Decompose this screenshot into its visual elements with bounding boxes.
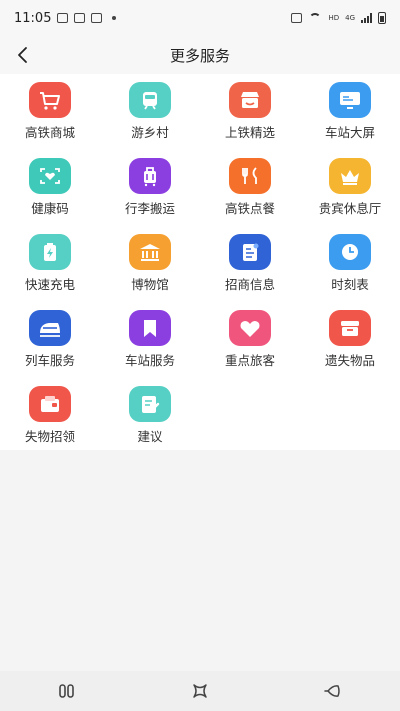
luggage-icon-glyph [144, 167, 156, 187]
service-tile[interactable]: 博物馆 [100, 234, 200, 310]
service-label: 上铁精选 [224, 125, 275, 140]
luggage-icon [129, 158, 171, 194]
service-label: 招商信息 [224, 277, 275, 292]
display-screen-icon [329, 82, 371, 118]
service-tile[interactable]: 高铁点餐 [200, 158, 300, 234]
status-bar: 11:05 HD 4G [0, 0, 400, 36]
service-label: 车站服务 [124, 353, 175, 368]
more-notifications-icon [112, 16, 117, 20]
service-tile[interactable]: 招商信息 [200, 234, 300, 310]
crown-icon [329, 158, 371, 194]
crown-icon-glyph [341, 170, 359, 185]
service-label: 高铁商城 [24, 125, 75, 140]
tram-icon-glyph [143, 92, 157, 110]
status-time: 11:05 [14, 10, 52, 26]
health-code-icon [29, 158, 71, 194]
service-label: 游乡村 [131, 125, 169, 140]
battery-icon [378, 12, 386, 24]
service-tile[interactable]: 健康码 [0, 158, 100, 234]
service-label: 快速充电 [24, 277, 75, 292]
heart-icon [229, 310, 271, 346]
network-type: HD [328, 14, 340, 22]
news-notification-icon [91, 13, 103, 23]
service-tile[interactable]: 遗失物品 [300, 310, 400, 386]
message-notification-icon [74, 13, 86, 23]
service-tile[interactable]: 行李搬运 [100, 158, 200, 234]
service-tile[interactable]: 建议 [100, 386, 200, 462]
service-label: 失物招领 [24, 429, 75, 444]
clock-icon-glyph [342, 244, 358, 260]
service-tile[interactable]: 失物招领 [0, 386, 100, 462]
store-icon-glyph [241, 92, 259, 108]
heart-icon-glyph [240, 321, 260, 337]
service-label: 高铁点餐 [224, 201, 275, 216]
box-icon-glyph [341, 321, 359, 336]
chevron-left-icon [18, 47, 27, 63]
system-navigation-bar [0, 671, 400, 711]
shopping-cart-icon [29, 82, 71, 118]
services-panel: 高铁商城 游乡村 上铁精选 车站大屏健康码 行李搬运 高铁点餐 贵宾休息厅快速充电 博物馆 招商… [0, 74, 400, 450]
fork-knife-icon-glyph [242, 167, 257, 184]
image-notification-icon [57, 13, 69, 23]
bookmark-icon-glyph [144, 320, 156, 337]
service-label: 列车服务 [24, 353, 75, 368]
lock-icon [291, 13, 303, 23]
back-icon [324, 685, 341, 697]
battery-charge-icon-glyph [44, 243, 56, 261]
service-tile[interactable]: 重点旅客 [200, 310, 300, 386]
display-screen-icon-glyph [340, 92, 360, 109]
service-label: 健康码 [31, 201, 69, 216]
box-icon [329, 310, 371, 346]
system-back-button[interactable] [313, 676, 353, 706]
fork-knife-icon [229, 158, 271, 194]
battery-charge-icon [29, 234, 71, 270]
home-icon [193, 684, 207, 698]
service-label: 重点旅客 [224, 353, 275, 368]
service-label: 时刻表 [331, 277, 369, 292]
health-code-icon-glyph [40, 168, 60, 184]
service-label: 博物馆 [131, 277, 169, 292]
service-tile[interactable]: 上铁精选 [200, 82, 300, 158]
store-icon [229, 82, 271, 118]
signal-icon [361, 13, 372, 23]
service-label: 行李搬运 [124, 201, 175, 216]
services-grid: 高铁商城 游乡村 上铁精选 车站大屏健康码 行李搬运 高铁点餐 贵宾休息厅快速充电 博物馆 招商… [0, 82, 400, 462]
edit-note-icon-glyph [142, 396, 160, 413]
train-icon-glyph [40, 323, 60, 337]
service-tile[interactable]: 列车服务 [0, 310, 100, 386]
museum-icon [129, 234, 171, 270]
recent-apps-button[interactable] [47, 676, 87, 706]
document-icon [229, 234, 271, 270]
service-tile[interactable]: 车站服务 [100, 310, 200, 386]
signal-type: 4G [345, 14, 355, 22]
bookmark-icon [129, 310, 171, 346]
status-right: HD 4G [291, 12, 386, 24]
service-tile[interactable]: 高铁商城 [0, 82, 100, 158]
service-tile[interactable]: 贵宾休息厅 [300, 158, 400, 234]
service-label: 贵宾休息厅 [318, 201, 382, 216]
tram-icon [129, 82, 171, 118]
recent-apps-icon [58, 684, 74, 698]
museum-icon-glyph [140, 244, 160, 261]
service-tile[interactable]: 时刻表 [300, 234, 400, 310]
document-icon-glyph [243, 243, 259, 261]
header: 更多服务 [0, 36, 400, 74]
service-tile[interactable]: 快速充电 [0, 234, 100, 310]
home-button[interactable] [180, 676, 220, 706]
page-title: 更多服务 [169, 46, 230, 65]
edit-note-icon [129, 386, 171, 422]
clock-icon [329, 234, 371, 270]
wifi-icon [308, 13, 322, 23]
service-label: 建议 [137, 429, 163, 444]
wallet-icon-glyph [41, 396, 59, 412]
train-icon [29, 310, 71, 346]
status-left: 11:05 [14, 10, 117, 26]
service-tile[interactable]: 游乡村 [100, 82, 200, 158]
service-tile[interactable]: 车站大屏 [300, 82, 400, 158]
back-button[interactable] [10, 41, 38, 69]
service-label: 遗失物品 [324, 353, 375, 368]
service-label: 车站大屏 [324, 125, 375, 140]
wallet-icon [29, 386, 71, 422]
shopping-cart-icon-glyph [40, 92, 60, 110]
